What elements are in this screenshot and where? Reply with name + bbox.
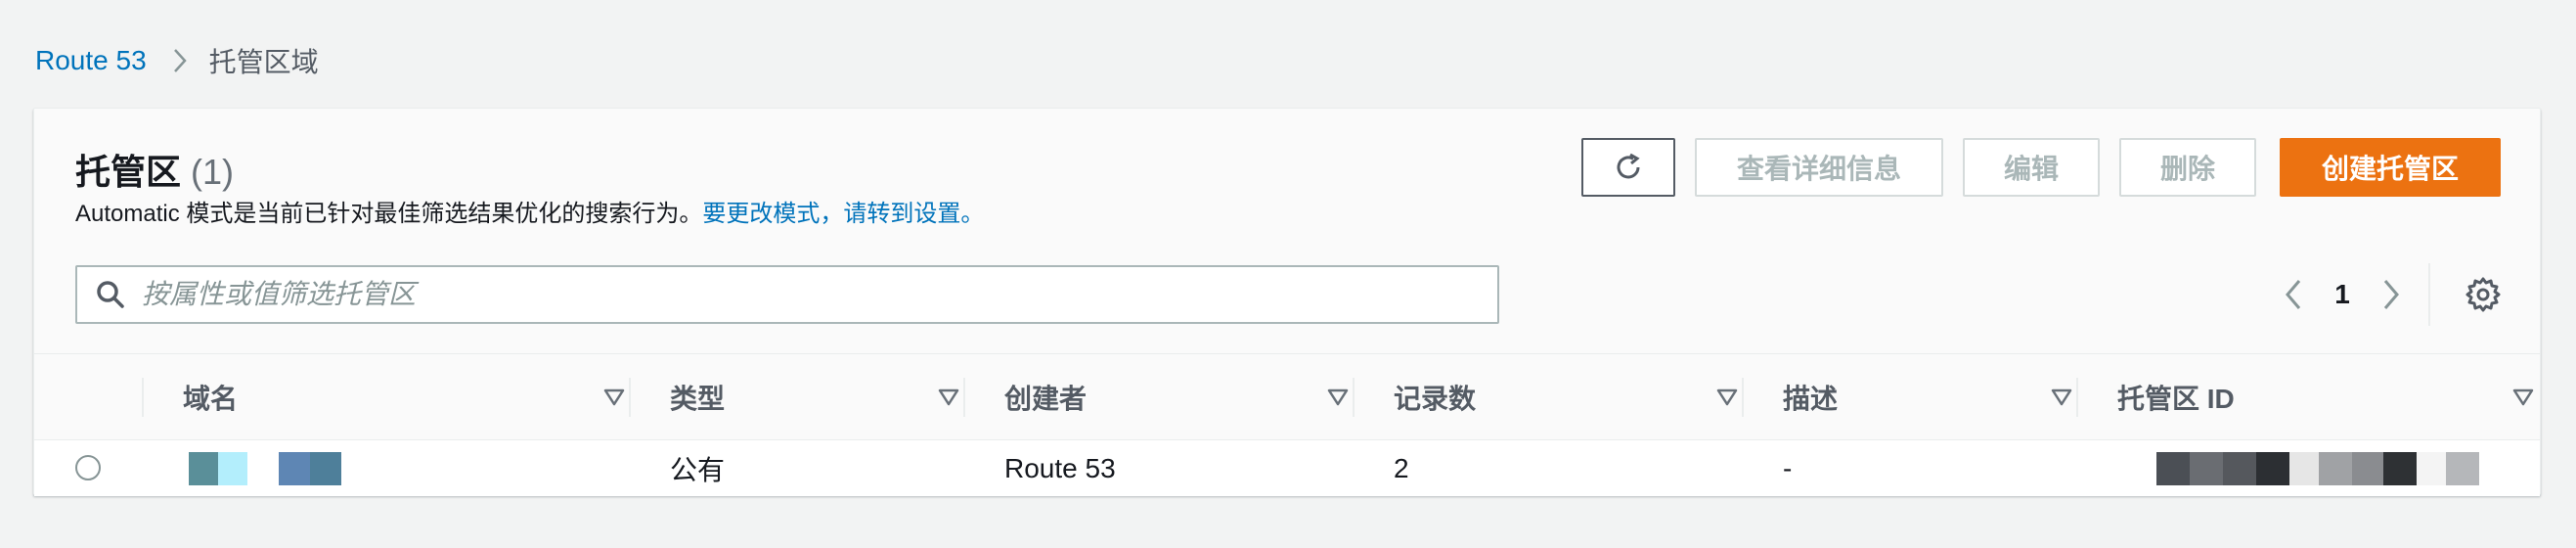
- column-header-label: 记录数: [1394, 384, 1477, 414]
- cell-record-count: 2: [1394, 453, 1409, 483]
- chevron-right-icon: [2383, 280, 2399, 309]
- breadcrumb-route53-link[interactable]: Route 53: [35, 45, 147, 76]
- table-header: 域名 类型 创建者 记录数 描述 托管区 ID: [34, 353, 2540, 439]
- panel-description: Automatic 模式是当前已针对最佳筛选结果优化的搜索行为。要更改模式，请转…: [75, 197, 984, 232]
- panel-title-text: 托管区: [75, 152, 182, 192]
- cell-type: 公有: [670, 455, 726, 485]
- redacted-domain: [189, 452, 351, 485]
- create-hosted-zone-button[interactable]: 创建托管区: [2280, 138, 2501, 197]
- pagination: 1: [2274, 265, 2411, 324]
- cell-description: -: [1783, 453, 1793, 483]
- search-icon: [95, 279, 126, 310]
- sort-down-icon[interactable]: [2051, 388, 2072, 406]
- row-select-radio[interactable]: [75, 455, 101, 480]
- cell-created-by: Route 53: [1004, 453, 1116, 483]
- gear-icon: [2465, 277, 2501, 312]
- column-header-label: 类型: [670, 384, 726, 414]
- chevron-left-icon: [2286, 280, 2301, 309]
- column-header-label: 描述: [1783, 384, 1839, 414]
- column-header-description[interactable]: 描述: [1742, 354, 2076, 440]
- next-page-button[interactable]: [2372, 265, 2411, 324]
- column-header-label: 托管区 ID: [2117, 384, 2235, 414]
- sort-down-icon[interactable]: [603, 388, 625, 406]
- column-header-type[interactable]: 类型: [629, 354, 963, 440]
- column-header-domain[interactable]: 域名: [142, 354, 629, 440]
- pager-divider: [2428, 263, 2430, 326]
- panel-title-count: (1): [191, 152, 235, 192]
- column-header-label: 域名: [183, 384, 239, 414]
- sort-down-icon[interactable]: [1716, 388, 1738, 406]
- search-box: [75, 265, 1499, 324]
- chevron-right-icon: [172, 48, 188, 73]
- column-header-label: 创建者: [1004, 384, 1088, 414]
- delete-button[interactable]: 删除: [2119, 138, 2256, 197]
- breadcrumb: Route 53 托管区域: [35, 43, 319, 78]
- view-details-button[interactable]: 查看详细信息: [1695, 138, 1943, 197]
- previous-page-button[interactable]: [2274, 265, 2313, 324]
- breadcrumb-current: 托管区域: [208, 47, 319, 77]
- sort-down-icon[interactable]: [1327, 388, 1349, 406]
- sort-down-icon[interactable]: [2512, 388, 2534, 406]
- search-input[interactable]: [142, 279, 1413, 310]
- panel-title: 托管区 (1): [75, 148, 234, 197]
- table-settings-button[interactable]: [2460, 271, 2507, 318]
- column-header-created-by[interactable]: 创建者: [963, 354, 1353, 440]
- current-page-number[interactable]: 1: [2313, 279, 2372, 310]
- panel-header: 托管区 (1) Automatic 模式是当前已针对最佳筛选结果优化的搜索行为。要…: [34, 109, 2540, 353]
- refresh-icon: [1617, 153, 1640, 179]
- sort-down-icon[interactable]: [938, 388, 959, 406]
- change-mode-link[interactable]: 要更改模式，请转到设置。: [702, 201, 984, 227]
- refresh-button[interactable]: [1581, 138, 1675, 197]
- hosted-zones-panel: 托管区 (1) Automatic 模式是当前已针对最佳筛选结果优化的搜索行为。要…: [33, 108, 2541, 496]
- edit-button[interactable]: 编辑: [1963, 138, 2100, 197]
- panel-description-text: Automatic 模式是当前已针对最佳筛选结果优化的搜索行为。: [75, 201, 703, 227]
- table-row[interactable]: 公有 Route 53 2 -: [34, 439, 2540, 496]
- column-header-zone-id[interactable]: 托管区 ID: [2076, 354, 2542, 440]
- column-header-record-count[interactable]: 记录数: [1353, 354, 1742, 440]
- redacted-zone-id: [2156, 452, 2499, 485]
